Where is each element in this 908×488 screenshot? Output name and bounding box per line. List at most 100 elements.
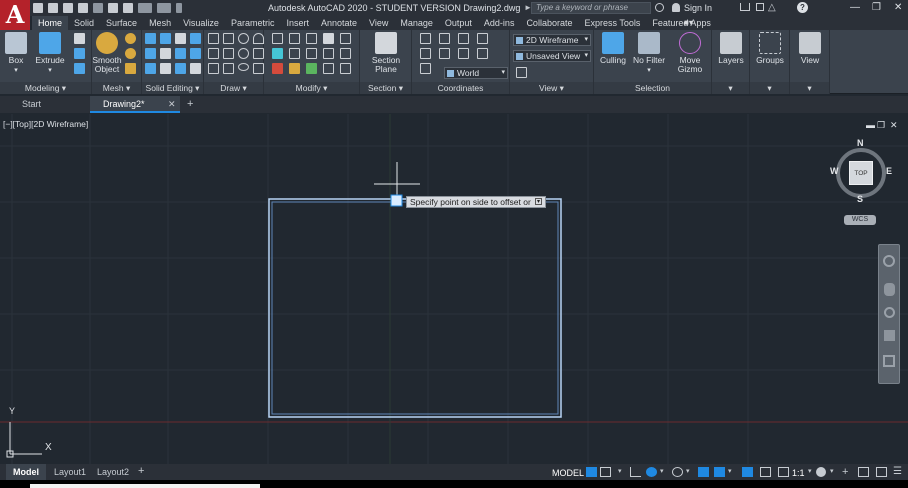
panel-title-layers-expand[interactable]: ▾ [712, 82, 749, 94]
section-plane-button[interactable]: Section Plane [370, 32, 402, 74]
ucs-origin-icon[interactable] [420, 63, 431, 74]
help-icon[interactable]: ? [797, 2, 808, 13]
open-folder-icon[interactable] [48, 3, 58, 13]
annotation-monitor-icon[interactable]: + [842, 467, 853, 478]
units-icon[interactable] [858, 467, 869, 477]
drawing-viewport[interactable]: [−][Top][2D Wireframe] ▬ ❐ ✕ Specify poi… [0, 114, 908, 464]
ribbon-options-icon[interactable]: ■▾ [684, 18, 698, 28]
minimize-icon[interactable]: — [850, 2, 860, 13]
ucs-y-icon[interactable] [458, 33, 469, 44]
presspull-icon[interactable] [74, 33, 85, 44]
close-tab-icon[interactable]: ✕ [168, 99, 176, 110]
snap-mode-icon[interactable] [600, 467, 611, 477]
snap-dropdown-icon[interactable]: ▾ [618, 467, 629, 477]
ucs-combo[interactable]: World ▾ [444, 67, 508, 79]
osnap-dropdown-icon[interactable]: ▾ [728, 467, 739, 477]
offset-rectangle-inner[interactable] [271, 201, 559, 415]
steering-wheel-icon[interactable] [883, 255, 895, 267]
annotation-visibility-icon[interactable] [742, 467, 753, 477]
mirror-icon[interactable] [289, 48, 300, 59]
named-view-combo[interactable]: Unsaved View ▾ [513, 50, 591, 62]
3d-polyline-icon[interactable] [223, 48, 234, 59]
polygon-icon[interactable] [208, 63, 219, 74]
ortho-mode-icon[interactable] [630, 467, 641, 477]
tab-visualize[interactable]: Visualize [177, 16, 225, 30]
search-input[interactable]: Type a keyword or phrase [531, 2, 651, 14]
spline-icon[interactable] [208, 48, 219, 59]
ellipse-icon[interactable] [238, 63, 249, 71]
groups-button[interactable]: Groups [753, 32, 787, 65]
fillet-icon[interactable] [340, 33, 351, 44]
hatch-icon[interactable] [253, 63, 264, 74]
array-icon[interactable] [323, 48, 334, 59]
exchange-apps-icon[interactable] [756, 3, 764, 11]
viewcube-top-face[interactable]: TOP [849, 161, 873, 185]
viewcube[interactable]: TOP N S W E [830, 138, 892, 208]
ucs-icon[interactable] [420, 33, 431, 44]
refine-mesh-icon[interactable] [125, 48, 136, 59]
object-snap-tracking-icon[interactable] [698, 467, 709, 477]
scale-icon[interactable] [306, 48, 317, 59]
model-space-toggle[interactable]: MODEL [552, 468, 584, 478]
viewports-icon[interactable] [516, 67, 527, 78]
rotate-icon[interactable] [272, 48, 283, 59]
interfere-icon[interactable] [160, 48, 171, 59]
new-tab-icon[interactable]: + [187, 98, 193, 110]
ucs-view-icon[interactable] [477, 48, 488, 59]
drawing-canvas[interactable] [0, 114, 908, 464]
tab-mesh[interactable]: Mesh [143, 16, 177, 30]
layout-tab-layout1[interactable]: Layout1 [50, 464, 90, 480]
layout-tab-model[interactable]: Model [6, 464, 46, 480]
tab-insert[interactable]: Insert [280, 16, 315, 30]
layout-tab-layout2[interactable]: Layout2 [93, 464, 133, 480]
panel-title-selection[interactable]: Selection [594, 82, 711, 94]
tab-manage[interactable]: Manage [394, 16, 439, 30]
wcs-menu-button[interactable]: WCS [844, 215, 876, 225]
clean-screen-icon[interactable] [876, 467, 887, 477]
arc-icon[interactable] [253, 33, 264, 44]
copy-icon[interactable] [289, 33, 300, 44]
isodraft-icon[interactable] [672, 467, 683, 477]
tab-parametric[interactable]: Parametric [225, 16, 281, 30]
workspace-dropdown-icon[interactable]: ▾ [830, 467, 841, 477]
box-button[interactable]: Box ▾ [2, 32, 30, 75]
slice-icon[interactable] [160, 33, 171, 44]
tab-view[interactable]: View [363, 16, 394, 30]
tooltip-down-icon[interactable]: ▾ [535, 198, 542, 205]
trim-icon[interactable] [323, 33, 334, 44]
move-icon[interactable] [272, 33, 283, 44]
plot-icon[interactable] [123, 3, 133, 13]
culling-button[interactable]: Culling [598, 32, 628, 65]
annotation-scale-icon[interactable] [778, 467, 789, 477]
offset-rectangle-outer[interactable] [268, 198, 562, 418]
separate-icon[interactable] [160, 63, 171, 74]
tab-surface[interactable]: Surface [100, 16, 143, 30]
auto-scale-icon[interactable] [760, 467, 771, 477]
tab-collaborate[interactable]: Collaborate [520, 16, 578, 30]
line-icon[interactable] [208, 33, 219, 44]
pan-icon[interactable] [884, 283, 895, 296]
panel-title-solid-editing[interactable]: Solid Editing ▾ [142, 82, 203, 94]
annotation-scale-value[interactable]: 1:1 [792, 468, 805, 478]
erase-icon[interactable] [272, 63, 283, 74]
orbit-icon[interactable] [884, 330, 895, 341]
tab-express-tools[interactable]: Express Tools [578, 16, 646, 30]
tab-solid[interactable]: Solid [68, 16, 100, 30]
ucs-object-icon[interactable] [439, 48, 450, 59]
union-icon[interactable] [145, 33, 156, 44]
helix-icon[interactable] [238, 48, 249, 59]
panel-title-modify[interactable]: Modify ▾ [264, 82, 359, 94]
tab-featured-apps[interactable]: Featured Apps [646, 16, 717, 30]
qat-customize-icon[interactable] [176, 3, 182, 13]
circle-icon[interactable] [238, 33, 249, 44]
restore-icon[interactable]: ❐ [872, 2, 881, 13]
modify-more-icon[interactable] [340, 63, 351, 74]
panel-title-mesh[interactable]: Mesh ▾ [92, 82, 141, 94]
convert-mesh-icon[interactable] [125, 63, 136, 74]
tab-annotate[interactable]: Annotate [315, 16, 363, 30]
explode-icon[interactable] [323, 63, 334, 74]
viewport-close-icon[interactable]: ✕ [890, 120, 898, 131]
move-gizmo-button[interactable]: Move Gizmo [672, 32, 708, 74]
viewport-controls-label[interactable]: [−][Top][2D Wireframe] [3, 119, 88, 129]
web-mobile-icon[interactable] [93, 3, 103, 13]
